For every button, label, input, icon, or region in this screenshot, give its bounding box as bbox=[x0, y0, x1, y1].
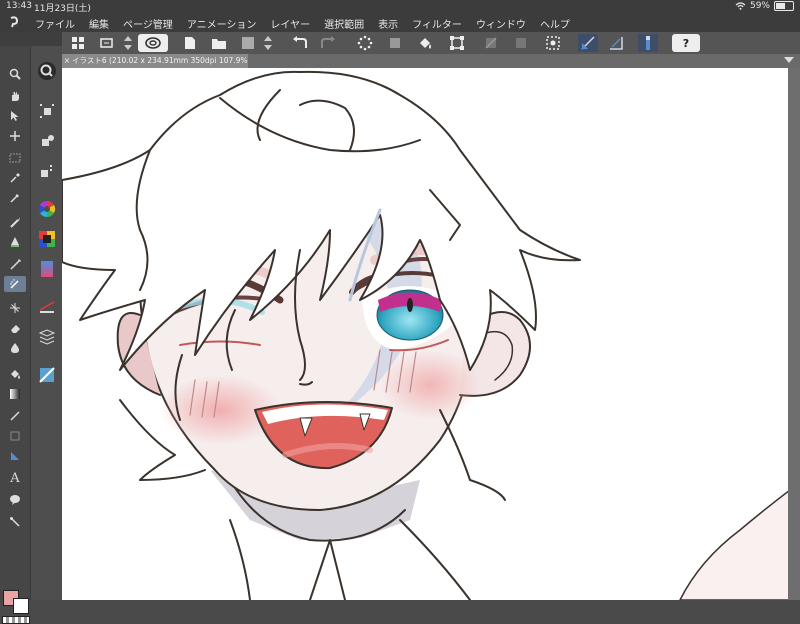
command-bar: ? bbox=[0, 32, 800, 55]
selection-tool-icon[interactable] bbox=[4, 150, 26, 166]
menu-page[interactable]: ページ管理 bbox=[116, 16, 180, 31]
fill-icon[interactable] bbox=[416, 34, 434, 52]
clear-outside-icon[interactable] bbox=[512, 34, 530, 52]
grid-snap-icon[interactable] bbox=[638, 34, 658, 52]
document-tab-strip: × イラスト6 (210.02 x 234.91mm 350dpi 107.9%) bbox=[62, 54, 800, 68]
layer-property-icon[interactable] bbox=[35, 100, 59, 122]
tool-panel: A bbox=[0, 32, 62, 624]
sub-color-swatch[interactable] bbox=[13, 598, 29, 614]
canvas-size-icon[interactable] bbox=[98, 34, 116, 52]
ios-status-bar: 13:43 11月23日(土) 59% bbox=[0, 0, 800, 14]
blend-tool-icon[interactable] bbox=[4, 340, 26, 356]
menu-animation[interactable]: アニメーション bbox=[180, 16, 264, 31]
ruler-tool-icon[interactable] bbox=[4, 448, 26, 464]
zoom-tool-icon[interactable] bbox=[4, 66, 26, 82]
menu-filter[interactable]: フィルター bbox=[405, 16, 469, 31]
close-tab-icon[interactable]: × bbox=[62, 54, 72, 68]
color-set-icon[interactable] bbox=[35, 228, 59, 250]
redo-icon[interactable] bbox=[318, 34, 338, 52]
undo-icon[interactable] bbox=[290, 34, 310, 52]
balloon-tool-icon[interactable] bbox=[4, 492, 26, 508]
operation-tool-icon[interactable] bbox=[4, 108, 26, 124]
menu-view[interactable]: 表示 bbox=[371, 16, 405, 31]
frame-tool-icon[interactable] bbox=[4, 428, 26, 444]
open-folder-icon[interactable] bbox=[210, 34, 228, 52]
text-tool-icon[interactable]: A bbox=[4, 470, 26, 486]
brush-tool-icon[interactable] bbox=[4, 256, 26, 272]
text-tool-glyph: A bbox=[10, 470, 20, 486]
color-wheel-icon[interactable] bbox=[35, 198, 59, 220]
status-time: 13:43 bbox=[6, 1, 32, 11]
deselect-icon[interactable] bbox=[356, 34, 374, 52]
help-icon[interactable]: ? bbox=[672, 34, 700, 52]
move-layer-icon[interactable] bbox=[4, 128, 26, 144]
special-ruler-snap-icon[interactable] bbox=[606, 34, 626, 52]
spin-icon[interactable] bbox=[138, 34, 168, 52]
new-file-icon[interactable] bbox=[182, 34, 198, 52]
layout-icon[interactable] bbox=[70, 34, 86, 52]
navigator-icon[interactable] bbox=[35, 364, 59, 386]
pen-tool-icon[interactable] bbox=[4, 214, 26, 230]
auto-select-icon[interactable] bbox=[4, 170, 26, 186]
hand-tool-icon[interactable] bbox=[4, 88, 26, 104]
tool-property-icon[interactable] bbox=[35, 130, 59, 152]
artwork bbox=[62, 70, 788, 600]
tab-menu-chevron-icon[interactable] bbox=[784, 57, 794, 63]
menu-selection[interactable]: 選択範囲 bbox=[317, 16, 371, 31]
character-face bbox=[62, 70, 788, 600]
gradient-tool-icon[interactable] bbox=[4, 386, 26, 402]
status-right-group: 59% bbox=[735, 1, 794, 11]
figure-tool-icon[interactable] bbox=[4, 408, 26, 424]
wi-fi-icon bbox=[735, 2, 746, 10]
app-logo-icon[interactable] bbox=[0, 15, 28, 32]
ruler-snap-icon[interactable] bbox=[578, 34, 598, 52]
save-icon[interactable] bbox=[240, 34, 256, 52]
drawing-canvas[interactable] bbox=[62, 68, 788, 600]
eyedropper-icon[interactable] bbox=[4, 190, 26, 206]
airbrush-tool-icon[interactable] bbox=[4, 276, 26, 292]
menu-help[interactable]: ヘルプ bbox=[533, 16, 577, 31]
status-date: 11月23日(土) bbox=[34, 4, 91, 14]
layer-panel-icon[interactable] bbox=[35, 326, 59, 348]
tool-panel-header bbox=[0, 32, 62, 46]
clear-icon[interactable] bbox=[482, 34, 500, 52]
menu-file[interactable]: ファイル bbox=[28, 16, 82, 31]
decoration-tool-icon[interactable] bbox=[4, 300, 26, 316]
menu-layer[interactable]: レイヤー bbox=[263, 16, 317, 31]
correct-line-tool-icon[interactable] bbox=[4, 514, 26, 530]
document-tab[interactable]: × イラスト6 (210.02 x 234.91mm 350dpi 107.9%) bbox=[62, 54, 248, 68]
fill-tool-icon[interactable] bbox=[4, 366, 26, 382]
sub-tool-detail-icon[interactable] bbox=[35, 160, 59, 182]
menu-window[interactable]: ウィンドウ bbox=[469, 16, 533, 31]
pencil-tool-icon[interactable] bbox=[4, 234, 26, 250]
battery-percent: 59% bbox=[749, 1, 770, 11]
transform-icon[interactable] bbox=[448, 34, 466, 52]
stepper-icon[interactable] bbox=[122, 34, 134, 52]
selection-layer-icon[interactable] bbox=[544, 34, 562, 52]
tool-column: A bbox=[0, 46, 31, 624]
battery-fill bbox=[776, 3, 786, 9]
menu-edit[interactable]: 編集 bbox=[82, 16, 116, 31]
sub-tool-search-icon[interactable] bbox=[35, 60, 59, 82]
crop-icon[interactable] bbox=[386, 34, 404, 52]
intermediate-color-icon[interactable] bbox=[35, 258, 59, 280]
transparent-color-swatch[interactable] bbox=[2, 616, 30, 624]
vertical-scrollbar[interactable] bbox=[788, 68, 800, 600]
document-title: イラスト6 (210.02 x 234.91mm 350dpi 107.9%) bbox=[72, 56, 248, 65]
history-icon[interactable] bbox=[35, 296, 59, 318]
menu-bar: ファイル 編集 ページ管理 アニメーション レイヤー 選択範囲 表示 フィルター… bbox=[0, 14, 800, 32]
sub-tool-column bbox=[31, 46, 62, 600]
eraser-tool-icon[interactable] bbox=[4, 320, 26, 336]
battery-icon bbox=[774, 1, 794, 11]
stepper-icon-2[interactable] bbox=[262, 34, 274, 52]
